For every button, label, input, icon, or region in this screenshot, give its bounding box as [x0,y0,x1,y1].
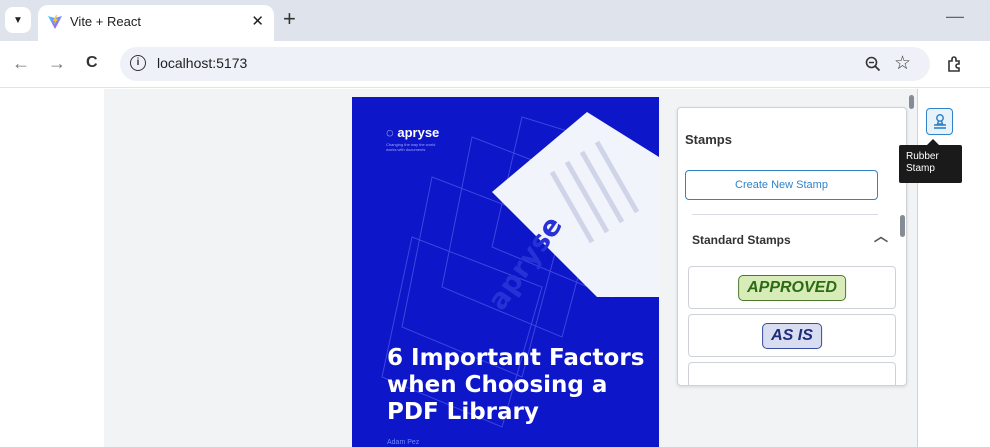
address-bar[interactable]: i localhost:5173 ☆ [120,47,930,81]
url-text[interactable]: localhost:5173 [157,55,247,71]
brand-text: apryse [397,125,440,140]
stamp-item-partial[interactable] [688,362,896,385]
rubber-stamp-tool-button[interactable] [926,108,953,135]
apryse-logo-icon: ◌ [386,125,394,140]
minimize-button[interactable]: — [946,6,964,27]
zoom-icon[interactable] [865,56,881,72]
tab-search-chevron-icon[interactable]: ▼ [5,7,31,33]
vite-logo-icon [48,15,62,29]
extensions-puzzle-icon[interactable] [946,55,964,73]
document-scrollbar[interactable] [909,95,914,109]
browser-toolbar: ← → C i localhost:5173 ☆ [0,41,990,88]
stamps-panel-title: Stamps [685,132,732,147]
tab-title: Vite + React [70,14,141,29]
approved-stamp: APPROVED [738,274,846,301]
brand-tagline: Changing the way the world works with do… [386,142,436,152]
document-author: Adam Pez [387,439,420,446]
headline-line: PDF Library [387,399,539,425]
forward-arrow-icon[interactable]: → [48,53,66,74]
apryse-logo: ◌ apryse [386,125,439,140]
create-new-stamp-button[interactable]: Create New Stamp [685,170,878,200]
document-headline: 6 Important Factors when Choosing a PDF … [387,345,644,426]
pdf-page: apryse ◌ apryse Changing the way the wor… [352,97,659,447]
headline-line: 6 Important Factors [387,345,645,371]
reload-icon[interactable]: C [86,54,98,72]
browser-tabstrip: ▼ Vite + React ✕ + — [0,0,990,41]
svg-text:apryse: apryse [481,210,569,316]
standard-stamps-heading[interactable]: Standard Stamps [692,233,791,247]
new-tab-button[interactable]: + [283,6,296,32]
back-arrow-icon[interactable]: ← [12,53,30,74]
stamps-scrollbar[interactable] [900,215,905,237]
tab-vite-react[interactable]: Vite + React ✕ [38,5,274,41]
rubber-stamp-icon [933,113,946,129]
headline-line: when Choosing a [387,372,608,398]
page-viewport: apryse ◌ apryse Changing the way the wor… [0,89,990,447]
tab-close-icon[interactable]: ✕ [251,12,264,30]
chevron-up-icon[interactable]: ︿ [874,226,888,246]
as-is-stamp: AS IS [762,322,822,349]
stamps-panel: Stamps Create New Stamp Standard Stamps … [677,107,907,386]
stamp-item-as-is[interactable]: AS IS [688,314,896,357]
tooltip-line: Stamp [906,163,935,174]
stamp-item-approved[interactable]: APPROVED [688,266,896,309]
panel-divider [917,89,918,447]
rubber-stamp-tooltip: Rubber Stamp [899,145,962,183]
bookmark-star-icon[interactable]: ☆ [894,52,911,75]
tooltip-line: Rubber [906,151,939,162]
panel-divider-line [692,214,878,215]
site-info-icon[interactable]: i [130,55,146,71]
